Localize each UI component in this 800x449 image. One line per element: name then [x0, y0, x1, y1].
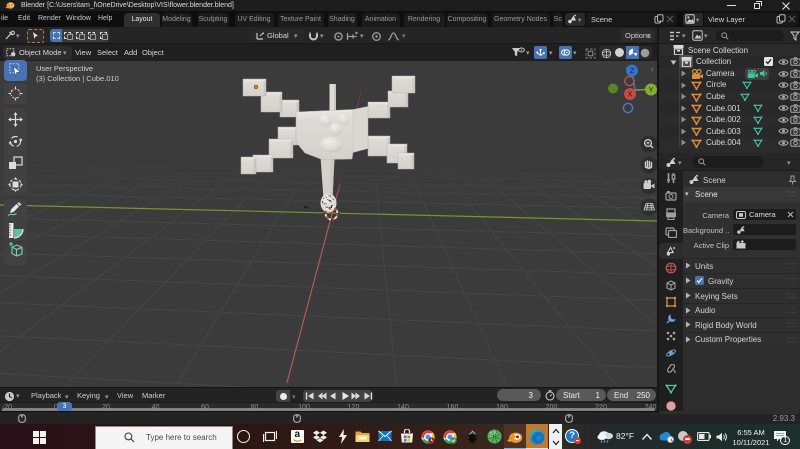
svg-text:Z: Z: [630, 66, 635, 75]
svg-text:Y: Y: [648, 85, 653, 94]
svg-text:X: X: [627, 90, 632, 99]
svg-text:‹: ‹: [651, 65, 654, 74]
